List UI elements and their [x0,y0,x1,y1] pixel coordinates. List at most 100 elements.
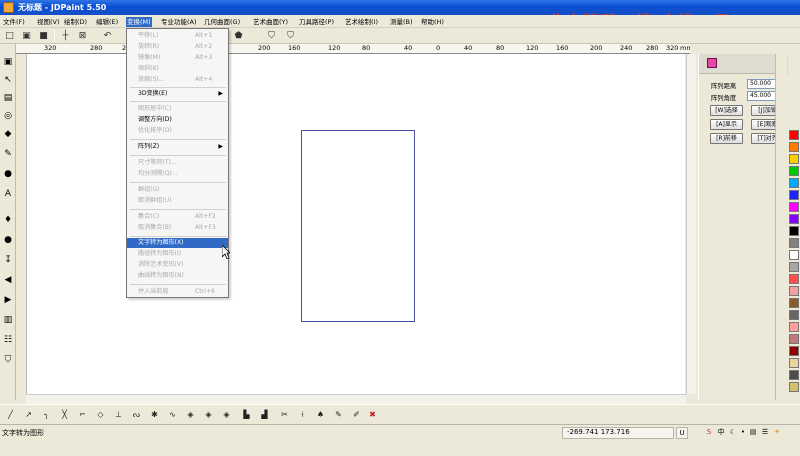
layer-down-tool-icon[interactable]: ▟ [258,408,271,421]
fill-icon[interactable]: ⬟ [232,29,245,42]
curve-tool-icon[interactable]: ↗ [22,408,35,421]
color-swatch[interactable] [789,250,799,260]
node-edit-tool-icon[interactable]: ↖ [2,74,14,86]
color-swatch[interactable] [789,226,799,236]
line-tool-icon[interactable]: ╱ [4,408,17,421]
cross-tool-icon[interactable]: ╳ [58,408,71,421]
brush-tool-icon[interactable]: ✎ [2,148,14,160]
menu-view[interactable]: 视图(V) [36,17,61,27]
color-swatch[interactable] [789,142,799,152]
moon-icon[interactable]: ☾ [728,427,738,437]
snap-icon[interactable]: ⊠ [76,29,89,42]
pin-tool-icon[interactable]: ♦ [2,214,14,226]
menu-file[interactable]: 文件(F) [2,17,26,27]
menu-item-same-size[interactable]: 尺寸等同(T)... [127,158,228,168]
menu-item-text-to-shape[interactable]: 文字转为图形(X) [127,238,228,248]
color-swatch[interactable] [789,358,799,368]
move-forward-button[interactable]: [R]前移 [710,133,743,144]
grid-diamond-tool-2-icon[interactable]: ◈ [202,408,215,421]
menu-item-skew[interactable]: 倾斜(K) [127,64,228,74]
undo-icon[interactable]: ↶ [101,29,114,42]
tool-icon[interactable]: ✦ [772,427,782,437]
select-button[interactable]: [W]选择 [710,105,743,116]
menu-item-group[interactable]: 群组(G) [127,185,228,195]
menu-item-mirror[interactable]: 镜像(M) Alt+3 [127,53,228,63]
canvas-vertical-scrollbar[interactable] [686,54,696,394]
input-logo-icon[interactable]: S [704,427,714,437]
delete-tool-icon[interactable]: ✖ [366,408,379,421]
angle-tool-icon[interactable]: ⌐ [76,408,89,421]
color-swatch[interactable] [789,238,799,248]
menu-item-remove-art-distortion[interactable]: 消除艺术变形(V) [127,260,228,270]
perpendicular-tool-icon[interactable]: ⊥ [112,408,125,421]
color-swatch[interactable] [789,130,799,140]
punctuation-icon[interactable]: • [738,427,748,437]
color-swatch[interactable] [789,310,799,320]
skin-icon[interactable]: ☰ [760,427,770,437]
text-tool-icon[interactable]: A [2,188,14,200]
layer-tool-icon[interactable]: ▥ [2,314,14,326]
grid-diamond-tool-3-icon[interactable]: ◈ [220,408,233,421]
menu-item-ungroup[interactable]: 取消群组(U) [127,196,228,206]
menu-item-collect[interactable]: 集合(C) Alt+F2 [127,212,228,222]
color-tool-icon[interactable]: ◆ [2,128,14,140]
menu-art-draw[interactable]: 艺术绘制(I) [344,17,379,27]
menu-item-scale[interactable]: 放缩(S)... Alt+4 [127,75,228,85]
drawing-canvas[interactable] [26,54,685,394]
color-swatch[interactable] [789,202,799,212]
left-arrow-tool-icon[interactable]: ◀ [2,274,14,286]
save-file-icon[interactable]: ■ [37,29,50,42]
draw-tool-icon[interactable]: ✎ [332,408,345,421]
image-tool-icon[interactable]: ▤ [2,92,14,104]
color-swatch[interactable] [789,334,799,344]
menu-measure[interactable]: 测量(B) [389,17,414,27]
menu-item-equal-spacing[interactable]: 均分间隔(Q)... [127,169,228,179]
menu-item-optimize-order[interactable]: 优化排序(O) [127,126,228,136]
green-tool-icon[interactable]: ● [2,234,14,246]
node-tool-icon[interactable]: ⟊ [296,408,309,421]
table-tool-icon[interactable]: ☷ [2,334,14,346]
show-button[interactable]: [A]显示 [710,119,743,130]
menu-transform[interactable]: 变换(M) [126,17,152,27]
menu-item-3d-transform[interactable]: 3D变换(E) ▶ [127,89,228,99]
crosshair-icon[interactable]: ┼ [59,29,72,42]
diamond-tool-icon[interactable]: ◇ [94,408,107,421]
menu-professional[interactable]: 专业功能(A) [160,17,198,27]
grid-diamond-tool-icon[interactable]: ◈ [184,408,197,421]
menu-item-center-shape[interactable]: 图形居中(C) [127,104,228,114]
color-swatch[interactable] [789,166,799,176]
color-swatch[interactable] [789,322,799,332]
menu-item-cancel-collect[interactable]: 取消集合(B) Alt+F3 [127,223,228,233]
snowflake-tool-icon[interactable]: ✱ [148,408,161,421]
shield-outline-icon[interactable]: ⛉ [284,29,297,42]
menu-item-rotate[interactable]: 旋转(R) Alt+2 [127,42,228,52]
bend-tool-icon[interactable]: ᔓ [130,408,143,421]
chinese-mode-icon[interactable]: 中 [716,427,726,437]
menu-toolpath[interactable]: 刀具路径(P) [298,17,335,27]
menu-geometry-surface[interactable]: 几何曲面(G) [203,17,241,27]
color-swatch[interactable] [789,286,799,296]
menu-art-surface[interactable]: 艺术曲面(Y) [252,17,289,27]
color-swatch[interactable] [789,370,799,380]
menu-help[interactable]: 帮助(H) [420,17,445,27]
canvas-horizontal-scrollbar[interactable] [26,394,686,404]
menu-edit[interactable]: 编辑(E) [95,17,119,27]
color-swatch[interactable] [789,154,799,164]
menu-draw[interactable]: 绘制(D) [63,17,88,27]
color-swatch[interactable] [789,214,799,224]
color-swatch[interactable] [789,274,799,284]
wave-tool-icon[interactable]: ∿ [166,408,179,421]
layer-up-tool-icon[interactable]: ▙ [240,408,253,421]
shield-tool-icon[interactable]: ⛉ [2,354,14,366]
menu-item-array[interactable]: 阵列(Z) ▶ [127,142,228,152]
menu-item-merge-current-layer[interactable]: 并入当前层 Ctrl+6 [127,287,228,297]
paint-tool-icon[interactable]: ♠ [314,408,327,421]
menu-item-curve-to-shape[interactable]: 曲线转为图形(N) [127,271,228,281]
menu-item-translate[interactable]: 平移(L) Alt+1 [127,31,228,41]
panel-scrollbar[interactable] [775,54,787,400]
menu-item-path-to-shape[interactable]: 路径转为图形(I) [127,249,228,259]
bucket-tool-icon[interactable]: ● [2,168,14,180]
pencil-tool-icon[interactable]: ✐ [350,408,363,421]
keyboard-icon[interactable]: ▤ [748,427,758,437]
open-file-icon[interactable]: ▣ [20,29,33,42]
